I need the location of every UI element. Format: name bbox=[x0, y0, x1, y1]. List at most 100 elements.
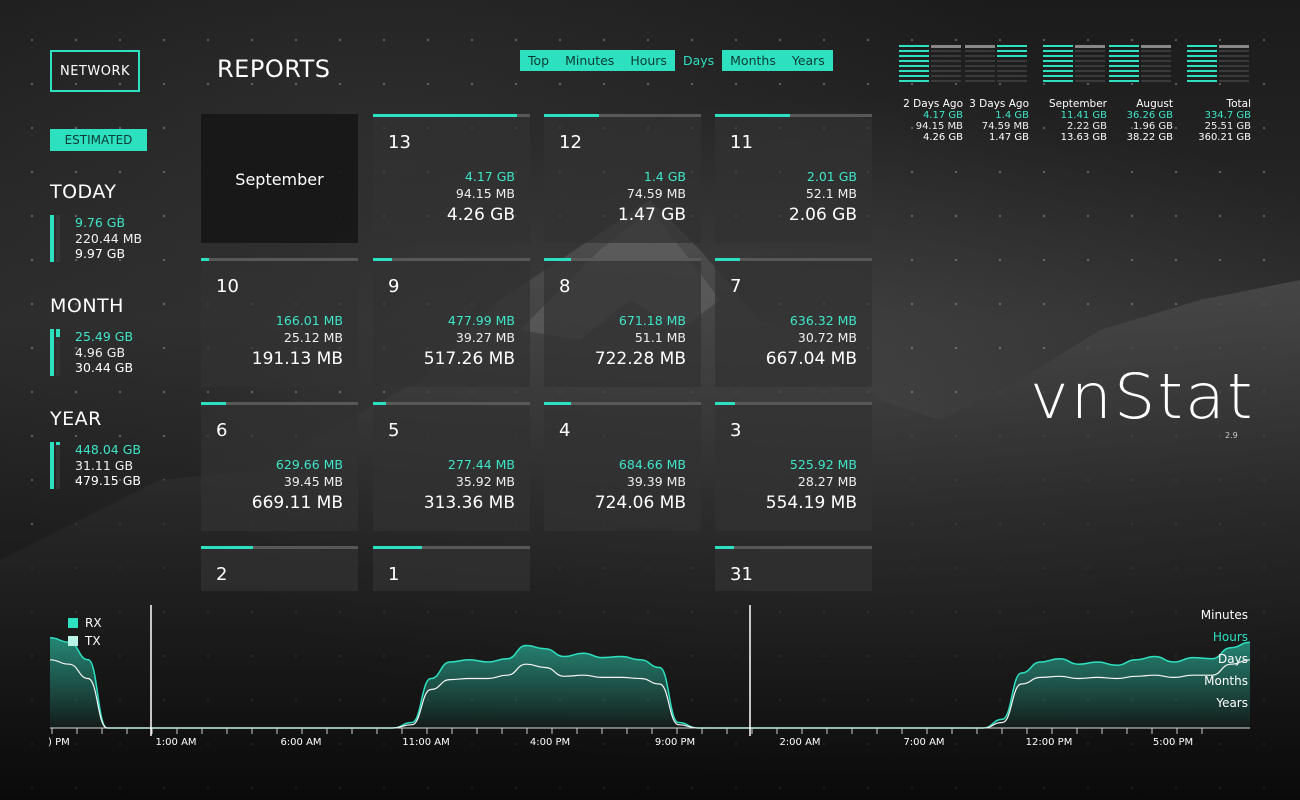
granularity-years[interactable]: Years bbox=[1201, 692, 1248, 714]
summary-rx-bar bbox=[50, 215, 54, 262]
day-total: 724.06 MB bbox=[594, 493, 686, 513]
tab-days[interactable]: Days bbox=[675, 50, 722, 71]
day-cell[interactable]: 12 1.4 GB 74.59 MB 1.47 GB bbox=[544, 114, 701, 243]
granularity-menu: Minutes Hours Days Months Years bbox=[1201, 604, 1248, 714]
day-number: 10 bbox=[216, 276, 239, 297]
day-tx: 25.12 MB bbox=[283, 330, 343, 345]
day-rx: 525.92 MB bbox=[789, 457, 857, 472]
granularity-months[interactable]: Months bbox=[1201, 670, 1248, 692]
day-cell[interactable]: 4 684.66 MB 39.39 MB 724.06 MB bbox=[544, 402, 701, 531]
stat-bars bbox=[965, 45, 1029, 85]
stat-rx: 1.4 GB bbox=[995, 110, 1029, 121]
rx-swatch bbox=[68, 618, 78, 628]
day-cell[interactable]: 11 2.01 GB 52.1 MB 2.06 GB bbox=[715, 114, 872, 243]
day-total: 2.06 GB bbox=[788, 205, 857, 225]
day-number: 2 bbox=[216, 564, 228, 585]
day-bar-fill bbox=[544, 402, 571, 405]
day-tx: 30.72 MB bbox=[797, 330, 857, 345]
day-number: 13 bbox=[388, 132, 411, 153]
day-cell[interactable]: 9 477.99 MB 39.27 MB 517.26 MB bbox=[373, 258, 530, 387]
summary-tx: 4.96 GB bbox=[75, 344, 126, 360]
vnstat-logo: vnStat bbox=[1030, 360, 1255, 433]
summary-rx: 25.49 GB bbox=[75, 329, 134, 344]
stat-total: 360.21 GB bbox=[1198, 132, 1251, 143]
tab-months[interactable]: Months bbox=[722, 50, 784, 71]
stat-column: 2 Days Ago 4.17 GB 94.15 MB 4.26 GB bbox=[899, 45, 963, 143]
day-number: 4 bbox=[559, 420, 571, 441]
summary-tx: 220.44 MB bbox=[75, 230, 143, 246]
day-total: 517.26 MB bbox=[423, 349, 515, 369]
granularity-hours[interactable]: Hours bbox=[1201, 626, 1248, 648]
stat-tx-bar bbox=[931, 45, 961, 85]
stat-column: August 36.26 GB 1.96 GB 38.22 GB bbox=[1109, 45, 1173, 143]
granularity-minutes[interactable]: Minutes bbox=[1201, 604, 1248, 626]
summary-rx-bar bbox=[50, 329, 54, 376]
day-tx: 74.59 MB bbox=[626, 186, 686, 201]
x-tick-label: 2:00 AM bbox=[779, 737, 821, 748]
day-number: 11 bbox=[730, 132, 753, 153]
day-cell[interactable]: 1 bbox=[373, 546, 530, 591]
stat-tx: 25.51 GB bbox=[1204, 121, 1251, 132]
granularity-days[interactable]: Days bbox=[1201, 648, 1248, 670]
day-total: 667.04 MB bbox=[765, 349, 857, 369]
summary-tx-bar bbox=[56, 215, 60, 262]
summary-total: 9.97 GB bbox=[75, 246, 126, 261]
stat-label: August bbox=[1136, 98, 1173, 110]
stat-tx-bar bbox=[1219, 45, 1249, 85]
day-cell[interactable]: 31 bbox=[715, 546, 872, 591]
summary-title: YEAR bbox=[50, 408, 102, 430]
chart-legend: RX TX bbox=[68, 614, 102, 650]
legend-rx: RX bbox=[85, 616, 102, 630]
stat-bars bbox=[1109, 45, 1173, 85]
x-tick-label: 9:00 PM bbox=[654, 737, 696, 748]
day-bar-fill bbox=[373, 114, 517, 117]
stat-rx-bar bbox=[899, 45, 929, 85]
x-tick-label: 11:00 AM bbox=[402, 737, 450, 748]
x-tick-label: 1:00 AM bbox=[155, 737, 197, 748]
stat-label: September bbox=[1048, 98, 1107, 110]
month-cell[interactable]: September bbox=[201, 114, 358, 243]
x-tick-label: 6:00 AM bbox=[280, 737, 322, 748]
day-tx: 51.1 MB bbox=[634, 330, 686, 345]
day-bar-fill bbox=[201, 402, 226, 405]
day-bar-fill bbox=[715, 546, 734, 549]
stat-rx: 36.26 GB bbox=[1126, 110, 1173, 121]
day-cell[interactable]: 5 277.44 MB 35.92 MB 313.36 MB bbox=[373, 402, 530, 531]
day-cell[interactable]: 10 166.01 MB 25.12 MB 191.13 MB bbox=[201, 258, 358, 387]
day-cell[interactable]: 2 bbox=[201, 546, 358, 591]
summary-tx-bar bbox=[56, 442, 60, 489]
stat-tx: 1.96 GB bbox=[1132, 121, 1173, 132]
day-cell[interactable]: 13 4.17 GB 94.15 MB 4.26 GB bbox=[373, 114, 530, 243]
day-cell[interactable]: 6 629.66 MB 39.45 MB 669.11 MB bbox=[201, 402, 358, 531]
day-tx: 39.27 MB bbox=[455, 330, 515, 345]
day-tx: 35.92 MB bbox=[455, 474, 515, 489]
day-number: 6 bbox=[216, 420, 228, 441]
network-button[interactable]: NETWORK bbox=[50, 50, 140, 92]
day-cell[interactable]: 3 525.92 MB 28.27 MB 554.19 MB bbox=[715, 402, 872, 531]
day-bar-track bbox=[373, 402, 530, 405]
stat-bars bbox=[1187, 45, 1251, 85]
day-bar-fill bbox=[201, 258, 209, 261]
stat-rx-bar bbox=[965, 45, 995, 85]
range-tabs: Top Minutes Hours Days Months Years bbox=[520, 50, 833, 71]
day-bar-track bbox=[201, 258, 358, 261]
day-cell[interactable]: 7 636.32 MB 30.72 MB 667.04 MB bbox=[715, 258, 872, 387]
x-tick-label: 4:00 PM bbox=[529, 737, 571, 748]
tab-minutes[interactable]: Minutes bbox=[557, 50, 623, 71]
day-number: 5 bbox=[388, 420, 400, 441]
day-rx: 277.44 MB bbox=[447, 457, 515, 472]
traffic-chart[interactable] bbox=[0, 595, 1300, 755]
summary-month: MONTH 25.49 GB 4.96 GB 30.44 GB bbox=[50, 295, 133, 376]
day-cell[interactable]: 8 671.18 MB 51.1 MB 722.28 MB bbox=[544, 258, 701, 387]
day-rx: 1.4 GB bbox=[643, 169, 686, 184]
x-tick-label: 12:00 PM bbox=[1025, 737, 1073, 748]
summary-title: TODAY bbox=[50, 181, 117, 203]
day-rx: 4.17 GB bbox=[464, 169, 515, 184]
stat-bars bbox=[1043, 45, 1107, 85]
tab-top[interactable]: Top bbox=[520, 50, 558, 71]
legend-tx: TX bbox=[85, 634, 101, 648]
tab-years[interactable]: Years bbox=[783, 50, 833, 71]
month-label: September bbox=[235, 170, 324, 189]
tab-hours[interactable]: Hours bbox=[622, 50, 675, 71]
day-bar-track bbox=[715, 402, 872, 405]
